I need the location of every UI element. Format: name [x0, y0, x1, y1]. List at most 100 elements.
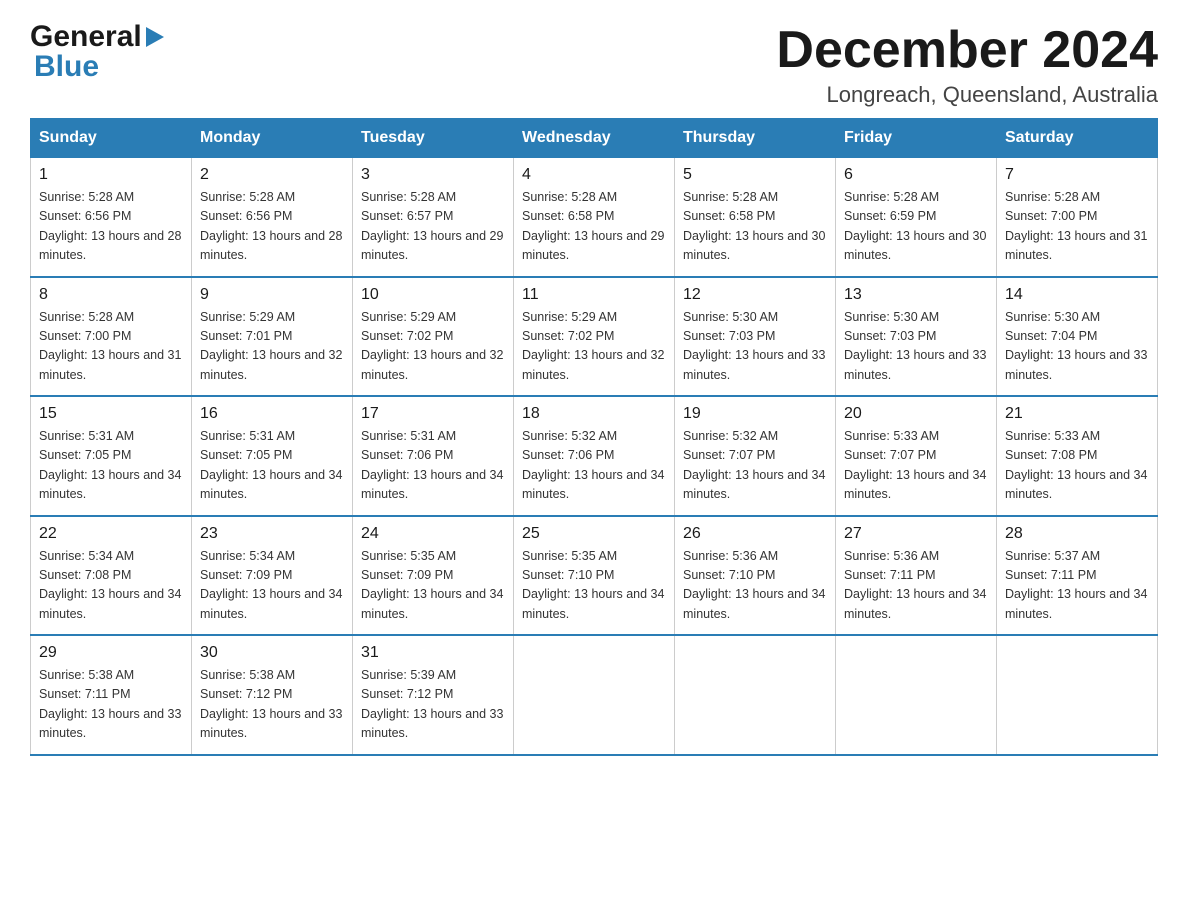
day-cell-24: 24 Sunrise: 5:35 AMSunset: 7:09 PMDayligh… [353, 516, 514, 636]
day-number: 9 [200, 286, 344, 304]
logo-row2: Blue [34, 50, 99, 84]
day-number: 30 [200, 644, 344, 662]
day-number: 6 [844, 166, 988, 184]
day-number: 26 [683, 525, 827, 543]
day-cell-21: 21 Sunrise: 5:33 AMSunset: 7:08 PMDayligh… [997, 396, 1158, 516]
day-number: 17 [361, 405, 505, 423]
day-number: 19 [683, 405, 827, 423]
day-cell-15: 15 Sunrise: 5:31 AMSunset: 7:05 PMDayligh… [31, 396, 192, 516]
day-number: 1 [39, 166, 183, 184]
week-row-5: 29Sunrise: 5:38 AMSunset: 7:11 PMDayligh… [31, 635, 1158, 755]
day-info: Sunrise: 5:28 AMSunset: 6:59 PMDaylight:… [844, 188, 988, 266]
day-number: 4 [522, 166, 666, 184]
day-info: Sunrise: 5:31 AMSunset: 7:05 PMDaylight:… [39, 427, 183, 505]
header-monday: Monday [192, 119, 353, 158]
day-cell-1: 1 Sunrise: 5:28 AMSunset: 6:56 PMDaylight… [31, 158, 192, 277]
day-cell-19: 19 Sunrise: 5:32 AMSunset: 7:07 PMDayligh… [675, 396, 836, 516]
day-info: Sunrise: 5:32 AMSunset: 7:06 PMDaylight:… [522, 427, 666, 505]
day-cell-10: 10 Sunrise: 5:29 AMSunset: 7:02 PMDayligh… [353, 277, 514, 397]
day-cell-27: 27 Sunrise: 5:36 AMSunset: 7:11 PMDayligh… [836, 516, 997, 636]
day-info: Sunrise: 5:36 AMSunset: 7:10 PMDaylight:… [683, 547, 827, 625]
day-number: 31 [361, 644, 505, 662]
day-info: Sunrise: 5:29 AMSunset: 7:02 PMDaylight:… [522, 308, 666, 386]
empty-cell-w4-5 [836, 635, 997, 755]
day-number: 24 [361, 525, 505, 543]
logo-blue-word: Blue [34, 50, 99, 83]
day-number: 21 [1005, 405, 1149, 423]
day-info: Sunrise: 5:33 AMSunset: 7:07 PMDaylight:… [844, 427, 988, 505]
day-number: 29 [39, 644, 183, 662]
day-info: Sunrise: 5:34 AMSunset: 7:09 PMDaylight:… [200, 547, 344, 625]
day-cell-31: 31Sunrise: 5:39 AMSunset: 7:12 PMDayligh… [353, 635, 514, 755]
day-info: Sunrise: 5:30 AMSunset: 7:03 PMDaylight:… [683, 308, 827, 386]
day-info: Sunrise: 5:31 AMSunset: 7:05 PMDaylight:… [200, 427, 344, 505]
logo-row1: General [30, 20, 164, 54]
day-info: Sunrise: 5:38 AMSunset: 7:12 PMDaylight:… [200, 666, 344, 744]
day-number: 2 [200, 166, 344, 184]
header-thursday: Thursday [675, 119, 836, 158]
day-info: Sunrise: 5:35 AMSunset: 7:10 PMDaylight:… [522, 547, 666, 625]
day-cell-7: 7 Sunrise: 5:28 AMSunset: 7:00 PMDaylight… [997, 158, 1158, 277]
day-info: Sunrise: 5:28 AMSunset: 6:58 PMDaylight:… [522, 188, 666, 266]
day-info: Sunrise: 5:28 AMSunset: 6:56 PMDaylight:… [39, 188, 183, 266]
day-info: Sunrise: 5:37 AMSunset: 7:11 PMDaylight:… [1005, 547, 1149, 625]
day-cell-4: 4 Sunrise: 5:28 AMSunset: 6:58 PMDaylight… [514, 158, 675, 277]
day-number: 8 [39, 286, 183, 304]
day-cell-17: 17 Sunrise: 5:31 AMSunset: 7:06 PMDayligh… [353, 396, 514, 516]
day-number: 15 [39, 405, 183, 423]
day-number: 23 [200, 525, 344, 543]
day-info: Sunrise: 5:28 AMSunset: 7:00 PMDaylight:… [39, 308, 183, 386]
header-friday: Friday [836, 119, 997, 158]
day-info: Sunrise: 5:32 AMSunset: 7:07 PMDaylight:… [683, 427, 827, 505]
day-info: Sunrise: 5:33 AMSunset: 7:08 PMDaylight:… [1005, 427, 1149, 505]
empty-cell-w4-6 [997, 635, 1158, 755]
day-info: Sunrise: 5:30 AMSunset: 7:04 PMDaylight:… [1005, 308, 1149, 386]
day-info: Sunrise: 5:35 AMSunset: 7:09 PMDaylight:… [361, 547, 505, 625]
day-number: 7 [1005, 166, 1149, 184]
day-cell-23: 23 Sunrise: 5:34 AMSunset: 7:09 PMDayligh… [192, 516, 353, 636]
day-number: 14 [1005, 286, 1149, 304]
day-number: 25 [522, 525, 666, 543]
header-tuesday: Tuesday [353, 119, 514, 158]
logo-arrow-icon [146, 27, 164, 47]
logo-general-word: General [30, 20, 142, 54]
day-cell-2: 2 Sunrise: 5:28 AMSunset: 6:56 PMDaylight… [192, 158, 353, 277]
day-cell-26: 26 Sunrise: 5:36 AMSunset: 7:10 PMDayligh… [675, 516, 836, 636]
day-info: Sunrise: 5:28 AMSunset: 7:00 PMDaylight:… [1005, 188, 1149, 266]
day-number: 5 [683, 166, 827, 184]
day-cell-28: 28 Sunrise: 5:37 AMSunset: 7:11 PMDayligh… [997, 516, 1158, 636]
day-info: Sunrise: 5:36 AMSunset: 7:11 PMDaylight:… [844, 547, 988, 625]
day-number: 27 [844, 525, 988, 543]
day-number: 10 [361, 286, 505, 304]
day-number: 12 [683, 286, 827, 304]
day-info: Sunrise: 5:31 AMSunset: 7:06 PMDaylight:… [361, 427, 505, 505]
calendar-header-row: SundayMondayTuesdayWednesdayThursdayFrid… [31, 119, 1158, 158]
day-info: Sunrise: 5:28 AMSunset: 6:56 PMDaylight:… [200, 188, 344, 266]
header-saturday: Saturday [997, 119, 1158, 158]
day-cell-11: 11 Sunrise: 5:29 AMSunset: 7:02 PMDayligh… [514, 277, 675, 397]
month-title: December 2024 [776, 20, 1158, 80]
day-cell-13: 13Sunrise: 5:30 AMSunset: 7:03 PMDayligh… [836, 277, 997, 397]
header-sunday: Sunday [31, 119, 192, 158]
empty-cell-w4-4 [675, 635, 836, 755]
day-cell-6: 6 Sunrise: 5:28 AMSunset: 6:59 PMDaylight… [836, 158, 997, 277]
week-row-3: 15 Sunrise: 5:31 AMSunset: 7:05 PMDayligh… [31, 396, 1158, 516]
location-title: Longreach, Queensland, Australia [776, 82, 1158, 108]
logo: General Blue [30, 20, 164, 84]
empty-cell-w4-3 [514, 635, 675, 755]
title-area: December 2024 Longreach, Queensland, Aus… [776, 20, 1158, 108]
week-row-1: 1 Sunrise: 5:28 AMSunset: 6:56 PMDaylight… [31, 158, 1158, 277]
day-info: Sunrise: 5:28 AMSunset: 6:58 PMDaylight:… [683, 188, 827, 266]
day-number: 18 [522, 405, 666, 423]
day-cell-20: 20 Sunrise: 5:33 AMSunset: 7:07 PMDayligh… [836, 396, 997, 516]
day-info: Sunrise: 5:28 AMSunset: 6:57 PMDaylight:… [361, 188, 505, 266]
day-info: Sunrise: 5:30 AMSunset: 7:03 PMDaylight:… [844, 308, 988, 386]
day-number: 16 [200, 405, 344, 423]
day-number: 20 [844, 405, 988, 423]
day-number: 11 [522, 286, 666, 304]
day-info: Sunrise: 5:29 AMSunset: 7:02 PMDaylight:… [361, 308, 505, 386]
day-number: 28 [1005, 525, 1149, 543]
day-info: Sunrise: 5:34 AMSunset: 7:08 PMDaylight:… [39, 547, 183, 625]
day-number: 22 [39, 525, 183, 543]
day-cell-30: 30 Sunrise: 5:38 AMSunset: 7:12 PMDayligh… [192, 635, 353, 755]
